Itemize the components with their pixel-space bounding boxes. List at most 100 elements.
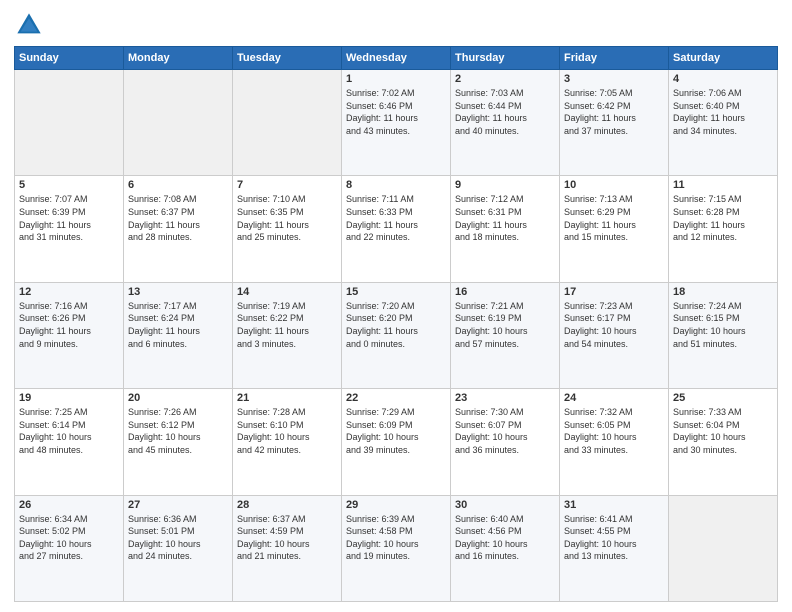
calendar-cell: 7 Sunrise: 7:10 AM Sunset: 6:35 PM Daylig… [233,176,342,282]
day-number: 28 [237,499,337,511]
day-info: Sunrise: 7:08 AM Sunset: 6:37 PM Dayligh… [128,193,228,243]
day-number: 10 [564,179,664,191]
day-number: 22 [346,392,446,404]
logo-icon [14,10,44,40]
day-info: Sunrise: 7:06 AM Sunset: 6:40 PM Dayligh… [673,87,773,137]
calendar-cell: 18 Sunrise: 7:24 AM Sunset: 6:15 PM Dayli… [669,282,778,388]
day-number: 11 [673,179,773,191]
calendar-cell: 31Sunrise: 6:41 AM Sunset: 4:55 PM Dayli… [560,495,669,601]
day-info: Sunrise: 6:41 AM Sunset: 4:55 PM Dayligh… [564,513,664,563]
day-info: Sunrise: 6:37 AM Sunset: 4:59 PM Dayligh… [237,513,337,563]
calendar-week-1: 1 Sunrise: 7:02 AM Sunset: 6:46 PM Daylig… [15,70,778,176]
calendar-week-2: 5 Sunrise: 7:07 AM Sunset: 6:39 PM Daylig… [15,176,778,282]
day-info: Sunrise: 7:17 AM Sunset: 6:24 PM Dayligh… [128,300,228,350]
day-info: Sunrise: 6:39 AM Sunset: 4:58 PM Dayligh… [346,513,446,563]
calendar-cell: 6 Sunrise: 7:08 AM Sunset: 6:37 PM Daylig… [124,176,233,282]
calendar-cell: 2 Sunrise: 7:03 AM Sunset: 6:44 PM Daylig… [451,70,560,176]
calendar-cell: 8Sunrise: 7:11 AM Sunset: 6:33 PM Daylig… [342,176,451,282]
day-number: 7 [237,179,337,191]
day-number: 19 [19,392,119,404]
day-info: Sunrise: 7:05 AM Sunset: 6:42 PM Dayligh… [564,87,664,137]
day-info: Sunrise: 7:15 AM Sunset: 6:28 PM Dayligh… [673,193,773,243]
header [14,10,778,40]
day-number: 20 [128,392,228,404]
calendar-cell: 28 Sunrise: 6:37 AM Sunset: 4:59 PM Dayli… [233,495,342,601]
calendar-cell: 16Sunrise: 7:21 AM Sunset: 6:19 PM Dayli… [451,282,560,388]
day-info: Sunrise: 7:28 AM Sunset: 6:10 PM Dayligh… [237,406,337,456]
calendar-header-row: SundayMondayTuesdayWednesdayThursdayFrid… [15,47,778,70]
day-info: Sunrise: 7:10 AM Sunset: 6:35 PM Dayligh… [237,193,337,243]
calendar-cell: 12 Sunrise: 7:16 AM Sunset: 6:26 PM Dayli… [15,282,124,388]
day-info: Sunrise: 7:24 AM Sunset: 6:15 PM Dayligh… [673,300,773,350]
page: SundayMondayTuesdayWednesdayThursdayFrid… [0,0,792,612]
calendar-cell: 27Sunrise: 6:36 AM Sunset: 5:01 PM Dayli… [124,495,233,601]
day-number: 2 [455,73,555,85]
day-info: Sunrise: 7:12 AM Sunset: 6:31 PM Dayligh… [455,193,555,243]
day-info: Sunrise: 7:13 AM Sunset: 6:29 PM Dayligh… [564,193,664,243]
calendar-cell: 11 Sunrise: 7:15 AM Sunset: 6:28 PM Dayli… [669,176,778,282]
day-number: 24 [564,392,664,404]
calendar-cell: 1 Sunrise: 7:02 AM Sunset: 6:46 PM Daylig… [342,70,451,176]
day-number: 9 [455,179,555,191]
day-info: Sunrise: 7:32 AM Sunset: 6:05 PM Dayligh… [564,406,664,456]
weekday-header-sunday: Sunday [15,47,124,70]
calendar-week-4: 19 Sunrise: 7:25 AM Sunset: 6:14 PM Dayli… [15,389,778,495]
calendar-cell: 15Sunrise: 7:20 AM Sunset: 6:20 PM Dayli… [342,282,451,388]
day-number: 17 [564,286,664,298]
weekday-header-wednesday: Wednesday [342,47,451,70]
calendar-cell: 14 Sunrise: 7:19 AM Sunset: 6:22 PM Dayli… [233,282,342,388]
day-info: Sunrise: 6:40 AM Sunset: 4:56 PM Dayligh… [455,513,555,563]
day-number: 16 [455,286,555,298]
day-info: Sunrise: 7:23 AM Sunset: 6:17 PM Dayligh… [564,300,664,350]
day-number: 23 [455,392,555,404]
day-number: 21 [237,392,337,404]
calendar-cell: 30 Sunrise: 6:40 AM Sunset: 4:56 PM Dayli… [451,495,560,601]
calendar-cell [15,70,124,176]
day-number: 1 [346,73,446,85]
day-info: Sunrise: 7:30 AM Sunset: 6:07 PM Dayligh… [455,406,555,456]
day-info: Sunrise: 7:25 AM Sunset: 6:14 PM Dayligh… [19,406,119,456]
calendar-cell: 3 Sunrise: 7:05 AM Sunset: 6:42 PM Daylig… [560,70,669,176]
calendar-cell: 21 Sunrise: 7:28 AM Sunset: 6:10 PM Dayli… [233,389,342,495]
calendar-cell [124,70,233,176]
day-number: 25 [673,392,773,404]
day-number: 8 [346,179,446,191]
weekday-header-thursday: Thursday [451,47,560,70]
calendar-cell: 5 Sunrise: 7:07 AM Sunset: 6:39 PM Daylig… [15,176,124,282]
day-info: Sunrise: 7:19 AM Sunset: 6:22 PM Dayligh… [237,300,337,350]
weekday-header-monday: Monday [124,47,233,70]
day-number: 18 [673,286,773,298]
day-info: Sunrise: 7:29 AM Sunset: 6:09 PM Dayligh… [346,406,446,456]
day-info: Sunrise: 7:20 AM Sunset: 6:20 PM Dayligh… [346,300,446,350]
day-info: Sunrise: 7:03 AM Sunset: 6:44 PM Dayligh… [455,87,555,137]
calendar-cell: 20Sunrise: 7:26 AM Sunset: 6:12 PM Dayli… [124,389,233,495]
day-number: 12 [19,286,119,298]
calendar-cell: 26Sunrise: 6:34 AM Sunset: 5:02 PM Dayli… [15,495,124,601]
day-number: 3 [564,73,664,85]
calendar-cell: 19 Sunrise: 7:25 AM Sunset: 6:14 PM Dayli… [15,389,124,495]
day-number: 14 [237,286,337,298]
calendar-cell: 13 Sunrise: 7:17 AM Sunset: 6:24 PM Dayli… [124,282,233,388]
calendar-cell [669,495,778,601]
day-info: Sunrise: 6:34 AM Sunset: 5:02 PM Dayligh… [19,513,119,563]
calendar-cell: 9 Sunrise: 7:12 AM Sunset: 6:31 PM Daylig… [451,176,560,282]
day-number: 6 [128,179,228,191]
day-number: 4 [673,73,773,85]
calendar-table: SundayMondayTuesdayWednesdayThursdayFrid… [14,46,778,602]
calendar-cell: 17 Sunrise: 7:23 AM Sunset: 6:17 PM Dayli… [560,282,669,388]
day-info: Sunrise: 7:02 AM Sunset: 6:46 PM Dayligh… [346,87,446,137]
day-number: 29 [346,499,446,511]
day-number: 5 [19,179,119,191]
day-info: Sunrise: 7:33 AM Sunset: 6:04 PM Dayligh… [673,406,773,456]
calendar-cell: 10 Sunrise: 7:13 AM Sunset: 6:29 PM Dayli… [560,176,669,282]
calendar-week-5: 26Sunrise: 6:34 AM Sunset: 5:02 PM Dayli… [15,495,778,601]
day-number: 30 [455,499,555,511]
calendar-cell: 29 Sunrise: 6:39 AM Sunset: 4:58 PM Dayli… [342,495,451,601]
calendar-cell: 25 Sunrise: 7:33 AM Sunset: 6:04 PM Dayli… [669,389,778,495]
day-number: 13 [128,286,228,298]
day-info: Sunrise: 7:16 AM Sunset: 6:26 PM Dayligh… [19,300,119,350]
calendar-cell: 24 Sunrise: 7:32 AM Sunset: 6:05 PM Dayli… [560,389,669,495]
calendar-cell: 23 Sunrise: 7:30 AM Sunset: 6:07 PM Dayli… [451,389,560,495]
day-info: Sunrise: 7:07 AM Sunset: 6:39 PM Dayligh… [19,193,119,243]
calendar-cell: 4 Sunrise: 7:06 AM Sunset: 6:40 PM Daylig… [669,70,778,176]
